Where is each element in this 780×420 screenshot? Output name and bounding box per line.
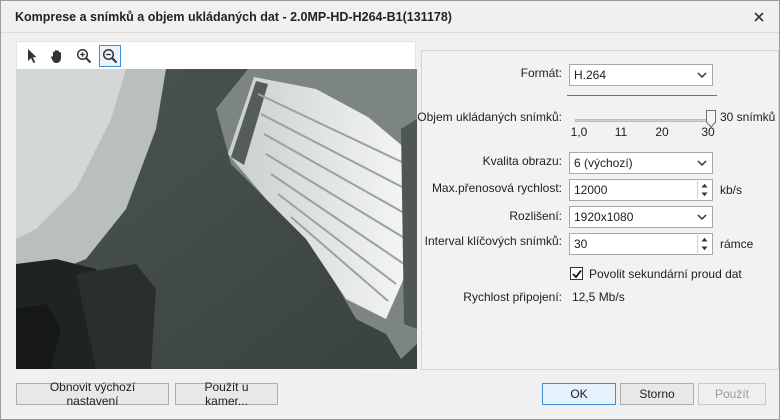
chevron-up-icon (701, 237, 708, 242)
ok-button[interactable]: OK (542, 383, 616, 405)
hand-icon (51, 50, 61, 63)
pan-tool-button[interactable] (46, 45, 68, 67)
title-bar: Komprese a snímků a objem ukládaných dat… (1, 1, 779, 33)
reset-defaults-button[interactable]: Obnovit výchozí nastavení (16, 380, 169, 408)
connection-value: 12,5 Mb/s (572, 290, 625, 304)
chevron-down-icon (701, 192, 708, 197)
settings-panel: Formát: H.264 Objem ukládaných snímků: 3… (417, 50, 779, 370)
resolution-select[interactable]: 1920x1080 (569, 206, 713, 228)
slider-tick-label: 30 (701, 125, 715, 139)
chevron-down-icon (697, 72, 707, 79)
camera-preview[interactable] (16, 69, 417, 369)
format-value: H.264 (574, 68, 607, 82)
cancel-button[interactable]: Storno (620, 383, 694, 405)
apply-button[interactable]: Použít (698, 383, 766, 405)
quality-select[interactable]: 6 (výchozí) (569, 152, 713, 174)
zoom-out-icon (102, 48, 118, 64)
storage-label: Objem ukládaných snímků: (417, 110, 562, 124)
camera-preview-image (16, 69, 417, 369)
format-label: Formát: (520, 66, 562, 80)
chevron-up-icon (701, 183, 708, 188)
dialog-title: Komprese a snímků a objem ukládaných dat… (15, 10, 452, 24)
checkmark-icon (572, 269, 582, 279)
bitrate-unit: kb/s (720, 183, 743, 197)
chevron-down-icon (697, 214, 707, 221)
spin-down-button[interactable] (698, 244, 711, 253)
pointer-tool-button[interactable] (21, 45, 43, 67)
zoom-in-tool-button[interactable] (73, 45, 95, 67)
connection-label: Rychlost připojení: (463, 290, 562, 304)
storage-slider-track[interactable] (575, 119, 711, 122)
format-select[interactable]: H.264 (569, 64, 713, 86)
zoom-in-icon (76, 48, 92, 64)
slider-tick-label: 1,0 (570, 125, 588, 139)
quality-label: Kvalita obrazu: (482, 154, 562, 168)
quality-value: 6 (výchozí) (574, 156, 633, 170)
resolution-label: Rozlišení: (509, 209, 562, 223)
divider (567, 95, 717, 96)
pointer-icon (28, 49, 37, 63)
slider-tick-label: 11 (614, 125, 628, 139)
keyframe-value: 30 (574, 237, 588, 251)
bitrate-input[interactable]: 12000 (569, 179, 713, 201)
bitrate-spinner[interactable] (697, 181, 711, 199)
slider-tick-label: 20 (655, 125, 669, 139)
spin-down-button[interactable] (698, 190, 711, 199)
keyframe-spinner[interactable] (697, 235, 711, 253)
keyframe-label: Interval klíčových snímků: (424, 234, 562, 248)
compression-dialog: Komprese a snímků a objem ukládaných dat… (0, 0, 780, 420)
keyframe-input[interactable]: 30 (569, 233, 713, 255)
keyframe-unit: rámce (720, 237, 754, 251)
preview-toolbar (16, 41, 416, 69)
bitrate-label: Max.přenosová rychlost: (431, 181, 562, 195)
secondary-stream-checkbox[interactable] (570, 267, 583, 280)
close-button[interactable] (749, 7, 769, 27)
spin-up-button[interactable] (698, 181, 711, 190)
chevron-down-icon (697, 160, 707, 167)
close-icon (754, 12, 764, 22)
secondary-stream-label[interactable]: Povolit sekundární proud dat (589, 267, 742, 281)
chevron-down-icon (701, 246, 708, 251)
bitrate-value: 12000 (574, 183, 608, 197)
zoom-out-tool-button[interactable] (99, 45, 121, 67)
spin-up-button[interactable] (698, 235, 711, 244)
resolution-value: 1920x1080 (574, 210, 634, 224)
apply-to-cameras-button[interactable]: Použít u kamer... (175, 380, 278, 408)
storage-value-label: 30 snímků (720, 110, 776, 124)
